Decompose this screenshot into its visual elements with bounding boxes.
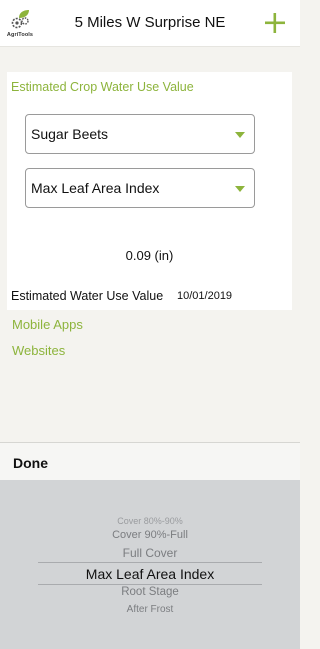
picker-option[interactable]: After Frost bbox=[0, 604, 300, 615]
growth-stage-picker[interactable]: Cover 80%-90% Cover 90%-Full Full Cover … bbox=[0, 480, 300, 649]
crop-select-value: Sugar Beets bbox=[31, 126, 109, 142]
chevron-down-icon bbox=[235, 186, 245, 192]
chevron-down-icon bbox=[235, 132, 245, 138]
add-location-button[interactable] bbox=[262, 10, 288, 36]
selection-divider bbox=[38, 584, 262, 585]
crop-water-card: Estimated Crop Water Use Value Sugar Bee… bbox=[7, 72, 292, 310]
water-use-result: 0.09 (in) bbox=[125, 248, 174, 263]
section-title: Estimated Crop Water Use Value bbox=[11, 80, 194, 94]
growth-stage-select-value: Max Leaf Area Index bbox=[31, 180, 160, 196]
picker-option[interactable]: Cover 80%-90% bbox=[0, 516, 300, 526]
picker-toolbar: Done bbox=[0, 442, 300, 480]
done-button[interactable]: Done bbox=[13, 455, 48, 471]
growth-stage-select[interactable]: Max Leaf Area Index bbox=[25, 168, 255, 208]
location-title: 5 Miles W Surprise NE bbox=[74, 14, 226, 31]
estimate-date: 10/01/2019 bbox=[177, 290, 233, 302]
logo-text: AgriTools bbox=[6, 32, 34, 38]
plus-icon bbox=[265, 13, 285, 33]
picker-option[interactable]: Cover 90%-Full bbox=[0, 529, 300, 541]
selection-divider bbox=[38, 562, 262, 563]
picker-option[interactable]: Root Stage bbox=[0, 586, 300, 598]
mobile-apps-link[interactable]: Mobile Apps bbox=[12, 317, 83, 332]
websites-link[interactable]: Websites bbox=[12, 343, 65, 358]
picker-option[interactable]: Full Cover bbox=[0, 546, 300, 560]
leaf-gear-icon bbox=[11, 10, 29, 29]
agritools-logo: AgriTools bbox=[5, 8, 35, 40]
picker-option-selected[interactable]: Max Leaf Area Index bbox=[0, 566, 300, 582]
crop-select[interactable]: Sugar Beets bbox=[25, 114, 255, 154]
app-header: AgriTools 5 Miles W Surprise NE bbox=[0, 0, 300, 47]
estimate-label: Estimated Water Use Value bbox=[11, 289, 164, 303]
